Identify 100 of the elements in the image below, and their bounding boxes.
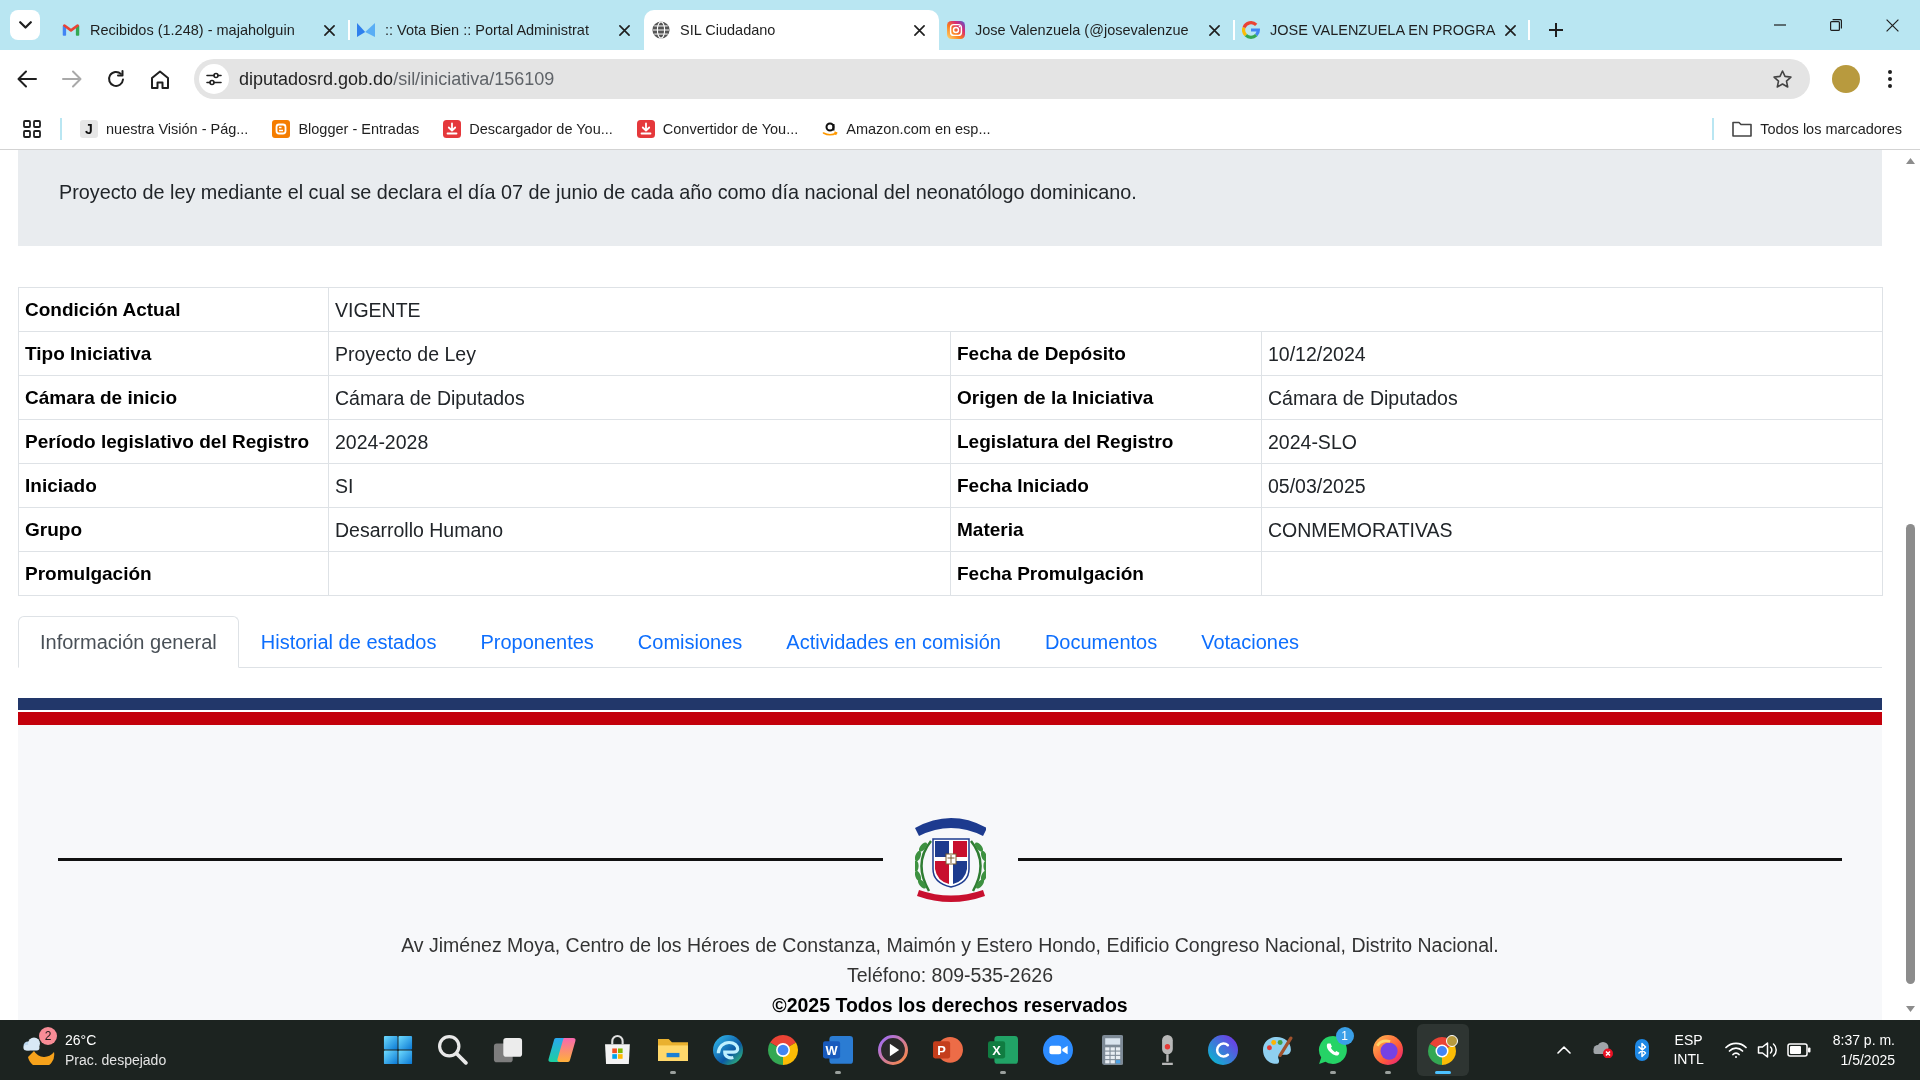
field-label: Origen de la Iniciativa <box>950 375 1262 420</box>
browser-tab[interactable]: SIL Ciudadano <box>644 10 939 50</box>
field-label: Fecha de Depósito <box>950 331 1262 376</box>
close-icon[interactable] <box>1885 18 1899 32</box>
browser-tab[interactable]: JOSE VALENZUELA EN PROGRA <box>1234 10 1529 50</box>
favicon-letter: J <box>80 119 98 138</box>
weather-condition: Prac. despejado <box>65 1051 167 1070</box>
ring-logo-icon <box>1372 1035 1403 1065</box>
calculator-icon <box>1101 1035 1124 1065</box>
field-value: Proyecto de Ley <box>328 331 951 376</box>
page-tab[interactable]: Actividades en comisión <box>764 616 1023 668</box>
field-value: 10/12/2024 <box>1261 331 1883 376</box>
wifi-icon[interactable] <box>1724 1042 1747 1058</box>
taskbar-button[interactable] <box>1416 1024 1469 1076</box>
avatar-icon[interactable] <box>1832 65 1860 93</box>
square-logo-icon <box>272 119 291 138</box>
field-label: Cámara de inicio <box>18 375 329 420</box>
field-label: Período legislativo del Registro <box>18 419 329 464</box>
restore-icon[interactable] <box>1830 19 1842 31</box>
task-view-icon <box>492 1036 523 1064</box>
scroll-down-icon[interactable] <box>1905 1006 1915 1012</box>
g-logo-icon <box>1242 21 1260 39</box>
battery-icon[interactable] <box>1786 1043 1811 1057</box>
chrome-logo-icon <box>1427 1035 1458 1065</box>
field-label: Grupo <box>18 507 329 552</box>
field-value: Desarrollo Humano <box>328 507 951 552</box>
taskbar-button[interactable]: W <box>811 1024 864 1076</box>
play-icon <box>877 1035 908 1065</box>
microphone-icon <box>1161 1035 1174 1065</box>
globe-icon <box>652 21 670 39</box>
sliders-icon[interactable] <box>199 64 229 94</box>
all-bookmarks-link[interactable]: Todos los marcadores <box>1732 120 1902 137</box>
folder-outline-icon <box>1732 120 1753 137</box>
field-label: Promulgación <box>18 551 329 596</box>
input-language[interactable]: ESP <box>1674 1031 1703 1050</box>
clock-time[interactable]: 8:37 p. m. <box>1832 1030 1895 1050</box>
address-bar[interactable]: diputadosrd.gob.do/sil/iniciativa/156109 <box>194 59 1810 99</box>
mail-logo-icon <box>62 23 80 37</box>
description-text: Proyecto de ley mediante el cual se declara el día 07 de junio de cada año como día nacional del neonatólogo dominicano. <box>59 180 1138 204</box>
folder-icon <box>657 1038 688 1062</box>
browser-tab[interactable]: Recibidos (1.248) - majaholguin <box>54 10 349 50</box>
download-icon <box>636 119 655 138</box>
browser-tab[interactable]: :: Vota Bien :: Portal Administrat <box>349 10 644 50</box>
chevron-down-icon <box>18 21 32 29</box>
bookmark-link[interactable]: Descargador de You... <box>443 119 613 138</box>
close-icon[interactable] <box>324 24 335 36</box>
field-label: Iniciado <box>18 463 329 508</box>
more-icon[interactable] <box>1888 70 1892 88</box>
smile-arrow-icon <box>822 120 839 137</box>
field-label: Materia <box>950 507 1262 552</box>
url-text: diputadosrd.gob.do/sil/iniciativa/156109 <box>239 68 555 90</box>
page-tab[interactable]: Información general <box>18 616 239 668</box>
speaker-icon[interactable] <box>1756 1041 1777 1059</box>
field-value: VIGENTE <box>328 287 1883 332</box>
tab-search-button[interactable] <box>10 10 40 40</box>
field-label: Tipo Iniciativa <box>18 331 329 376</box>
field-value: Cámara de Diputados <box>1261 375 1883 420</box>
apps-grid-icon[interactable] <box>23 119 41 138</box>
page-tab[interactable]: Votaciones <box>1179 616 1322 668</box>
field-value: 05/03/2025 <box>1261 463 1883 508</box>
page-tab[interactable]: Proponentes <box>458 616 616 668</box>
reload-icon[interactable] <box>107 70 125 88</box>
browser-tab[interactable]: Jose Valenzuela (@josevalenzue <box>939 10 1234 50</box>
store-bag-icon <box>604 1035 631 1065</box>
close-icon[interactable] <box>914 24 925 36</box>
field-label: Condición Actual <box>18 287 329 332</box>
notification-badge: 1 <box>1335 1027 1354 1045</box>
scroll-up-icon[interactable] <box>1905 158 1915 164</box>
close-icon[interactable] <box>1505 24 1517 36</box>
scrollbar-thumb[interactable] <box>1905 524 1915 984</box>
search-icon <box>437 1035 468 1065</box>
keyboard-layout[interactable]: INTL <box>1673 1050 1704 1069</box>
cloud-error-icon[interactable] <box>1593 1041 1614 1059</box>
taskbar-button[interactable]: P <box>921 1024 974 1076</box>
chrome-logo-icon <box>767 1035 798 1065</box>
star-icon[interactable] <box>1773 70 1792 88</box>
back-icon[interactable] <box>17 70 37 88</box>
taskbar-button[interactable]: X <box>976 1024 1029 1076</box>
bookmark-link[interactable]: Amazon.com en esp... <box>822 120 991 137</box>
chevron-up-icon[interactable] <box>1557 1046 1572 1054</box>
close-icon[interactable] <box>619 24 630 36</box>
bookmark-link[interactable]: J nuestra Visión - Pág... <box>80 119 249 138</box>
field-value: Cámara de Diputados <box>328 375 951 420</box>
field-value: 2024-2028 <box>328 419 951 464</box>
bluetooth-icon[interactable] <box>1635 1039 1650 1061</box>
clock-date[interactable]: 1/5/2025 <box>1840 1050 1895 1070</box>
home-icon[interactable] <box>150 69 170 89</box>
page-tab[interactable]: Documentos <box>1022 616 1180 668</box>
field-label: Fecha Iniciado <box>950 463 1262 508</box>
start-icon <box>382 1035 413 1065</box>
page-tab[interactable]: Comisiones <box>615 616 765 668</box>
bookmark-link[interactable]: Convertidor de You... <box>636 119 799 138</box>
bookmark-link[interactable]: Blogger - Entradas <box>272 119 420 138</box>
arc-logo-icon <box>1207 1035 1238 1065</box>
close-icon[interactable] <box>1209 24 1220 36</box>
footer-copyright: ©2025 Todos los derechos reservados <box>771 993 1129 1018</box>
field-label: Legislatura del Registro <box>950 419 1262 464</box>
page-tab[interactable]: Historial de estados <box>238 616 459 668</box>
download-icon <box>443 119 462 138</box>
plus-icon[interactable] <box>1549 23 1563 37</box>
